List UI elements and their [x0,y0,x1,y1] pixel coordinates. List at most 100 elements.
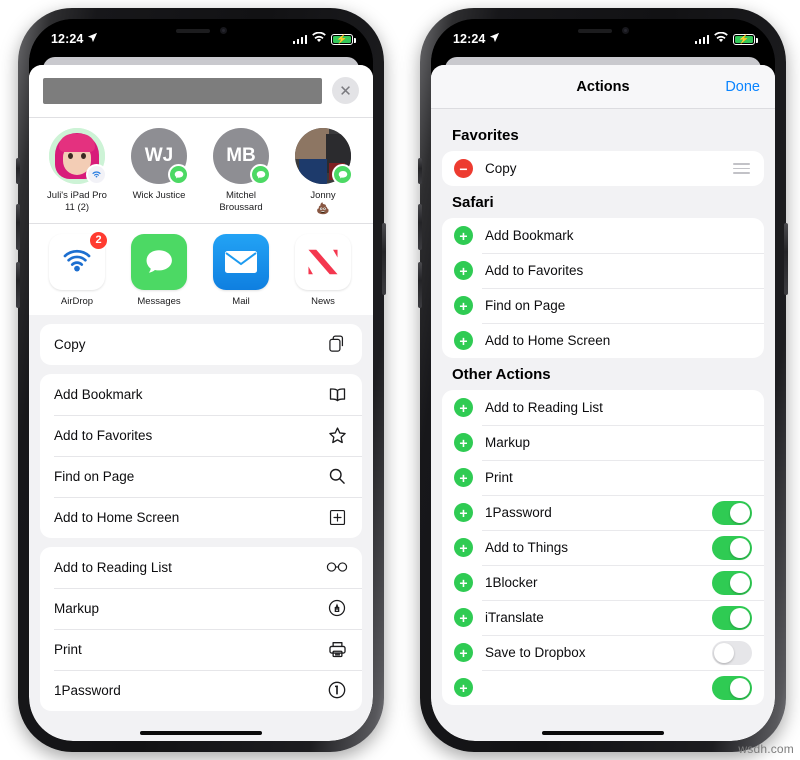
add-plus-icon[interactable]: + [454,296,473,315]
share-contact[interactable]: Juli's iPad Pro 11 (2) [41,128,113,215]
edit-row-markup[interactable]: + Markup [442,425,764,460]
volume-up-button[interactable] [16,204,20,250]
edit-row-1blocker[interactable]: + 1Blocker [442,565,764,600]
action-row-print[interactable]: Print [40,628,362,670]
mute-switch[interactable] [418,158,422,184]
edit-row-label: Add to Things [485,540,569,555]
home-indicator[interactable] [542,730,664,735]
add-plus-icon[interactable]: + [454,261,473,280]
section-title-other-actions: Other Actions [452,366,551,383]
action-row-add-bookmark[interactable]: Add Bookmark [40,374,362,415]
share-contact[interactable]: Jonny 💩 [287,128,359,215]
toggle-switch[interactable] [712,640,752,665]
section-group-safari: + Add Bookmark + Add to Favorites + Find… [442,218,764,358]
edit-row-print[interactable]: + Print [442,460,764,495]
action-row-find-on-page[interactable]: Find on Page [40,455,362,497]
volume-down-button[interactable] [16,262,20,308]
share-contact[interactable]: WJ Wick Justice [123,128,195,215]
edit-row-partial[interactable]: + [442,670,764,705]
add-plus-icon[interactable]: + [454,398,473,417]
action-row-add-to-reading-list[interactable]: Add to Reading List [40,547,362,588]
toggle-switch[interactable] [712,535,752,560]
edit-row-label: iTranslate [485,610,544,625]
reorder-handle-icon[interactable] [733,163,750,174]
action-row-copy[interactable]: Copy [40,324,362,365]
edit-row-label: Print [485,470,513,485]
add-plus-icon[interactable]: + [454,608,473,627]
edit-row-add-to-things[interactable]: + Add to Things [442,530,764,565]
share-contact[interactable]: MB Mitchel Broussard [205,128,277,215]
share-app-news[interactable]: News [287,233,359,307]
share-app-messages[interactable]: Messages [123,233,195,307]
power-button[interactable] [784,223,788,295]
edit-row-add-bookmark[interactable]: + Add Bookmark [442,218,764,253]
cellular-signal-icon [694,34,709,44]
edit-row-add-to-reading-list[interactable]: + Add to Reading List [442,390,764,425]
volume-down-button[interactable] [418,262,422,308]
add-plus-icon[interactable]: + [454,573,473,592]
edit-row-label: Copy [485,161,517,176]
redacted-page-title [43,77,322,104]
add-plus-icon[interactable]: + [454,331,473,350]
toggle-switch[interactable] [712,675,752,700]
share-app-airdrop[interactable]: 2 AirDrop [41,230,113,307]
action-row-add-to-home-screen[interactable]: Add to Home Screen [40,496,362,538]
share-app-mail[interactable]: Mail [205,233,277,307]
edit-row-itranslate[interactable]: + iTranslate [442,600,764,635]
mute-switch[interactable] [16,158,20,184]
power-button[interactable] [382,223,386,295]
earpiece-speaker [175,28,210,33]
action-label: Markup [54,600,100,616]
action-row-markup[interactable]: Markup [40,587,362,629]
edit-row-add-to-home-screen[interactable]: + Add to Home Screen [442,323,764,358]
add-plus-icon[interactable]: + [454,643,473,662]
app-label: Mail [232,295,250,307]
add-plus-icon[interactable]: + [454,433,473,452]
toggle-switch[interactable] [712,500,752,525]
add-plus-icon[interactable]: + [454,226,473,245]
contact-name: Jonny [310,190,336,201]
action-label: Add to Favorites [54,427,153,443]
messages-badge-icon [250,164,271,185]
right-phone-device: 12:24 ⚡ Actions Done Favorites − Copy Sa… [418,8,788,752]
share-app-reminders[interactable]: Re [369,234,373,307]
home-indicator[interactable] [140,730,262,735]
action-label: 1Password [54,682,121,698]
edit-row-label: Add to Home Screen [485,333,611,348]
left-phone-device: 12:24 ⚡ ✕ Juli's iPad Pro 11 (2) WJ Wick… [16,8,386,752]
section-group-favorites: − Copy [442,151,764,186]
edit-row-1password[interactable]: + 1Password [442,495,764,530]
add-plus-icon[interactable]: + [454,678,473,697]
edit-row-save-to-dropbox[interactable]: + Save to Dropbox [442,635,764,670]
volume-up-button[interactable] [418,204,422,250]
app-label: Re [369,296,373,307]
copy-icon [326,333,348,355]
toggle-switch[interactable] [712,605,752,630]
section-title-safari: Safari [452,194,494,211]
add-plus-icon[interactable]: + [454,538,473,557]
add-plus-icon[interactable]: + [454,468,473,487]
app-label: Messages [137,295,181,307]
action-row-1password[interactable]: 1Password [40,669,362,711]
remove-minus-icon[interactable]: − [454,159,473,178]
share-apps-row[interactable]: 2 AirDrop Messages Mail News [29,223,373,315]
mail-icon [213,233,269,290]
add-plus-icon[interactable]: + [454,503,473,522]
front-camera-icon [219,27,227,34]
contact-emoji: 💩 [316,202,330,215]
share-contacts-row[interactable]: Juli's iPad Pro 11 (2) WJ Wick Justice M… [29,118,373,224]
edit-row-add-to-favorites[interactable]: + Add to Favorites [442,253,764,288]
edit-row-find-on-page[interactable]: + Find on Page [442,288,764,323]
actions-editor-sheet: Actions Done Favorites − Copy Safari + A… [431,65,775,741]
left-phone-screen: 12:24 ⚡ ✕ Juli's iPad Pro 11 (2) WJ Wick… [29,19,373,741]
toggle-switch[interactable] [712,570,752,595]
done-button[interactable]: Done [725,79,760,95]
app-label: AirDrop [60,295,94,307]
action-row-add-to-favorites[interactable]: Add to Favorites [40,414,362,456]
wifi-icon [714,31,728,46]
1password-icon [326,679,348,701]
location-arrow-icon [489,32,500,46]
edit-row-copy[interactable]: − Copy [442,151,764,186]
close-icon[interactable]: ✕ [332,77,359,104]
actions-editor-body: Favorites − Copy Safari + Add Bookmark +… [431,109,775,705]
